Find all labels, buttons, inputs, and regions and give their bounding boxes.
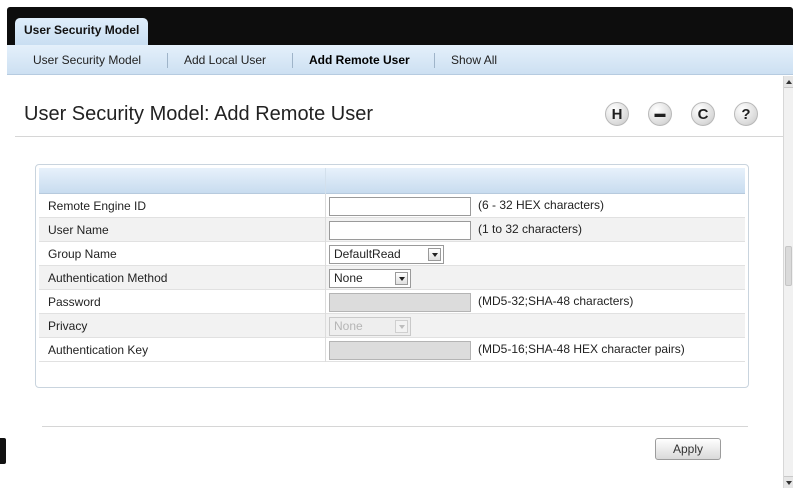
subnav-user-security-model[interactable]: User Security Model	[33, 45, 141, 75]
sub-navigation: User Security Model Add Local User Add R…	[7, 45, 793, 75]
refresh-icon[interactable]: C	[691, 102, 715, 126]
tab-user-security-model[interactable]: User Security Model	[15, 18, 149, 45]
row-password: Password (MD5-32;SHA-48 characters)	[39, 290, 745, 314]
subnav-show-all[interactable]: Show All	[451, 45, 497, 75]
row-authentication-method: Authentication Method None	[39, 266, 745, 290]
password-hint: (MD5-32;SHA-48 characters)	[478, 294, 634, 308]
row-group-name: Group Name DefaultRead	[39, 242, 745, 266]
subnav-divider	[292, 53, 293, 68]
subnav-add-local-user[interactable]: Add Local User	[184, 45, 266, 75]
authentication-method-selected: None	[334, 271, 363, 285]
remote-engine-id-input[interactable]	[329, 197, 471, 216]
chevron-down-icon	[428, 248, 441, 261]
group-name-select[interactable]: DefaultRead	[329, 245, 444, 264]
authentication-key-input	[329, 341, 471, 360]
privacy-select: None	[329, 317, 411, 336]
side-panel-handle[interactable]	[0, 438, 6, 464]
title-divider	[15, 136, 783, 137]
privacy-selected: None	[334, 319, 363, 333]
vertical-scrollbar[interactable]	[783, 76, 793, 488]
group-name-label: Group Name	[48, 247, 117, 261]
panel-header	[39, 168, 745, 194]
print-icon[interactable]: ▬	[648, 102, 672, 126]
remote-engine-id-label: Remote Engine ID	[48, 199, 147, 213]
remote-engine-id-hint: (6 - 32 HEX characters)	[478, 198, 605, 212]
form-panel: Remote Engine ID (6 - 32 HEX characters)…	[35, 164, 749, 388]
scroll-down-arrow-icon[interactable]	[784, 476, 793, 488]
password-input	[329, 293, 471, 312]
chevron-down-icon	[395, 272, 408, 285]
authentication-key-hint: (MD5-16;SHA-48 HEX character pairs)	[478, 342, 685, 356]
user-name-hint: (1 to 32 characters)	[478, 222, 583, 236]
group-name-selected: DefaultRead	[334, 247, 401, 261]
password-label: Password	[48, 295, 101, 309]
subnav-add-remote-user[interactable]: Add Remote User	[309, 45, 410, 75]
authentication-key-label: Authentication Key	[48, 343, 149, 357]
row-authentication-key: Authentication Key (MD5-16;SHA-48 HEX ch…	[39, 338, 745, 362]
authentication-method-label: Authentication Method	[48, 271, 168, 285]
scroll-thumb[interactable]	[785, 246, 792, 286]
user-name-input[interactable]	[329, 221, 471, 240]
row-privacy: Privacy None	[39, 314, 745, 338]
subnav-divider	[167, 53, 168, 68]
chevron-down-icon	[395, 320, 408, 333]
authentication-method-select[interactable]: None	[329, 269, 411, 288]
row-remote-engine-id: Remote Engine ID (6 - 32 HEX characters)	[39, 194, 745, 218]
content-area: User Security Model: Add Remote User H ▬…	[7, 76, 783, 488]
row-user-name: User Name (1 to 32 characters)	[39, 218, 745, 242]
privacy-label: Privacy	[48, 319, 88, 333]
apply-button[interactable]: Apply	[655, 438, 721, 460]
actions-divider	[42, 426, 748, 427]
top-tab-bar: User Security Model	[7, 7, 793, 45]
user-name-label: User Name	[48, 223, 109, 237]
save-icon[interactable]: H	[605, 102, 629, 126]
scroll-up-arrow-icon[interactable]	[784, 76, 793, 88]
subnav-divider	[434, 53, 435, 68]
help-icon[interactable]: ?	[734, 102, 758, 126]
page-title: User Security Model: Add Remote User	[24, 103, 374, 125]
